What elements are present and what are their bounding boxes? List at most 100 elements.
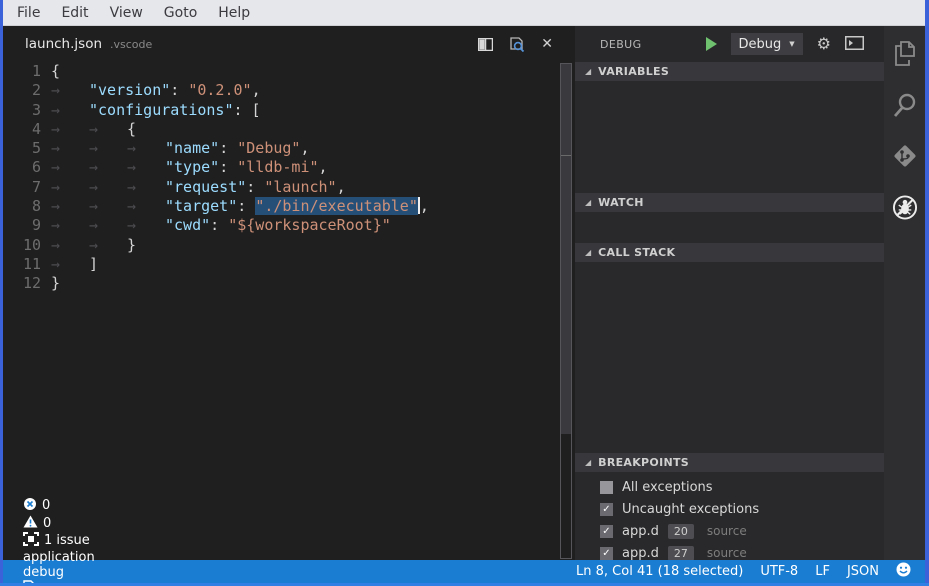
status-bar-left: 001 issueapplicationdebugTODO:sWakaTime … [23, 497, 170, 586]
line-number[interactable]: 6 [3, 158, 51, 177]
line-number[interactable]: 4 [3, 120, 51, 139]
line-number[interactable]: 2 [3, 81, 51, 100]
debug-toolbar: DEBUG Debug ▼ ⚙ [575, 26, 884, 62]
menu-bar: File Edit View Goto Help [3, 0, 925, 26]
code-token: : [170, 81, 188, 99]
breakpoint-line-badge: 27 [668, 546, 694, 561]
section-variables[interactable]: ◢ VARIABLES [575, 62, 884, 81]
line-number[interactable]: 9 [3, 216, 51, 235]
breakpoint-checkbox[interactable]: ✓ [600, 525, 613, 538]
status-item-debug-config[interactable]: debug [23, 565, 153, 580]
code-token: , [319, 158, 328, 176]
code-token: "cwd" [165, 216, 210, 234]
breakpoint-row[interactable]: All exceptions [575, 476, 884, 498]
code-line: 5→→→"name": "Debug", [3, 139, 558, 158]
code-line-content: →"configurations": [ [51, 101, 261, 120]
code-token: { [127, 120, 136, 138]
status-item-text: 0 [42, 498, 50, 513]
status-item-feedback[interactable] [896, 562, 911, 581]
line-number[interactable]: 3 [3, 101, 51, 120]
tab-whitespace-icon: → [51, 178, 89, 197]
tab-whitespace-icon: → [51, 81, 89, 100]
editor-group: launch.json .vscode ✕ 1{2→"version": "0.… [3, 26, 575, 560]
tab-whitespace-icon: → [127, 139, 165, 158]
section-watch-label: WATCH [598, 196, 644, 209]
status-item-encoding[interactable]: UTF-8 [760, 564, 798, 579]
status-item-text: debug [23, 565, 64, 580]
breakpoint-checkbox[interactable]: ✓ [600, 503, 613, 516]
status-item-text: 1 issue [44, 533, 90, 548]
code-line-content: →→→"request": "launch", [51, 178, 346, 197]
breakpoint-row[interactable]: ✓app.d20source [575, 520, 884, 542]
code-token: : [219, 139, 237, 157]
menu-view[interactable]: View [110, 5, 143, 21]
editor-actions: ✕ [478, 26, 553, 62]
line-number[interactable]: 12 [3, 274, 51, 293]
code-line-content: →→→"cwd": "${workspaceRoot}" [51, 216, 391, 235]
code-token: "0.2.0" [188, 81, 251, 99]
start-debug-icon[interactable] [706, 37, 717, 51]
breakpoint-checkbox[interactable]: ✓ [600, 547, 613, 560]
status-item-warnings[interactable]: 0 [23, 515, 153, 532]
line-number[interactable]: 8 [3, 197, 51, 216]
search-icon[interactable] [892, 92, 918, 118]
line-number[interactable]: 5 [3, 139, 51, 158]
status-item-application[interactable]: application [23, 550, 153, 565]
section-breakpoints[interactable]: ◢ BREAKPOINTS [575, 453, 884, 472]
section-watch[interactable]: ◢ WATCH [575, 193, 884, 212]
status-item-eol[interactable]: LF [815, 564, 830, 579]
line-number[interactable]: 10 [3, 236, 51, 255]
line-number[interactable]: 7 [3, 178, 51, 197]
menu-file[interactable]: File [17, 5, 40, 21]
status-item-errors[interactable]: 0 [23, 497, 153, 515]
status-item-cursor-position[interactable]: Ln 8, Col 41 (18 selected) [576, 564, 743, 579]
code-line: 11→] [3, 255, 558, 274]
tab-whitespace-icon: → [89, 139, 127, 158]
menu-edit[interactable]: Edit [61, 5, 88, 21]
selected-text: "./bin/executable" [255, 197, 418, 215]
section-call-stack-label: CALL STACK [598, 246, 675, 259]
line-number[interactable]: 1 [3, 62, 51, 81]
line-number[interactable]: 11 [3, 255, 51, 274]
warning-triangle-icon [23, 515, 38, 532]
vscode-window: File Edit View Goto Help launch.json .vscode… [3, 0, 925, 583]
tab-whitespace-icon: → [51, 158, 89, 177]
main-area: launch.json .vscode ✕ 1{2→"version": "0.… [3, 26, 925, 560]
explorer-icon[interactable] [892, 41, 918, 67]
source-control-icon[interactable] [892, 143, 918, 169]
status-item-issues[interactable]: 1 issue [23, 532, 153, 550]
code-editor[interactable]: 1{2→"version": "0.2.0",3→"configurations… [3, 62, 558, 560]
code-line: 1{ [3, 62, 558, 81]
debug-icon[interactable] [892, 194, 918, 220]
tab-launch-json[interactable]: launch.json [25, 36, 102, 52]
tab-whitespace-icon: → [127, 216, 165, 235]
breakpoint-checkbox[interactable] [600, 481, 613, 494]
section-call-stack[interactable]: ◢ CALL STACK [575, 243, 884, 262]
tab-folder-label: .vscode [110, 38, 152, 51]
code-line-content: →→→"type": "lldb-mi", [51, 158, 328, 177]
open-preview-icon[interactable] [509, 37, 525, 52]
code-token: "type" [165, 158, 219, 176]
code-token: "target" [165, 197, 237, 215]
debug-config-dropdown[interactable]: Debug ▼ [731, 33, 803, 55]
code-line: 10→→} [3, 236, 558, 255]
code-line: 8→→→"target": "./bin/executable", [3, 197, 558, 216]
menu-goto[interactable]: Goto [164, 5, 197, 21]
status-item-language-mode[interactable]: JSON [847, 564, 879, 579]
scrollbar-thumb[interactable] [561, 64, 571, 434]
debug-toolbar-actions: Debug ▼ ⚙ [706, 33, 865, 55]
collapse-triangle-icon: ◢ [585, 68, 591, 76]
debug-console-icon[interactable] [845, 35, 864, 54]
breakpoint-row[interactable]: ✓Uncaught exceptions [575, 498, 884, 520]
code-line: 7→→→"request": "launch", [3, 178, 558, 197]
tab-whitespace-icon: → [51, 236, 89, 255]
menu-help[interactable]: Help [218, 5, 250, 21]
code-line: 12} [3, 274, 558, 293]
close-icon[interactable]: ✕ [541, 36, 553, 52]
split-editor-icon[interactable] [478, 38, 493, 51]
call-stack-body [575, 262, 884, 453]
gear-icon[interactable]: ⚙ [817, 36, 831, 52]
breakpoint-label: app.d [622, 546, 659, 561]
scrollbar-seam [561, 155, 571, 156]
tab-whitespace-icon: → [127, 197, 165, 216]
